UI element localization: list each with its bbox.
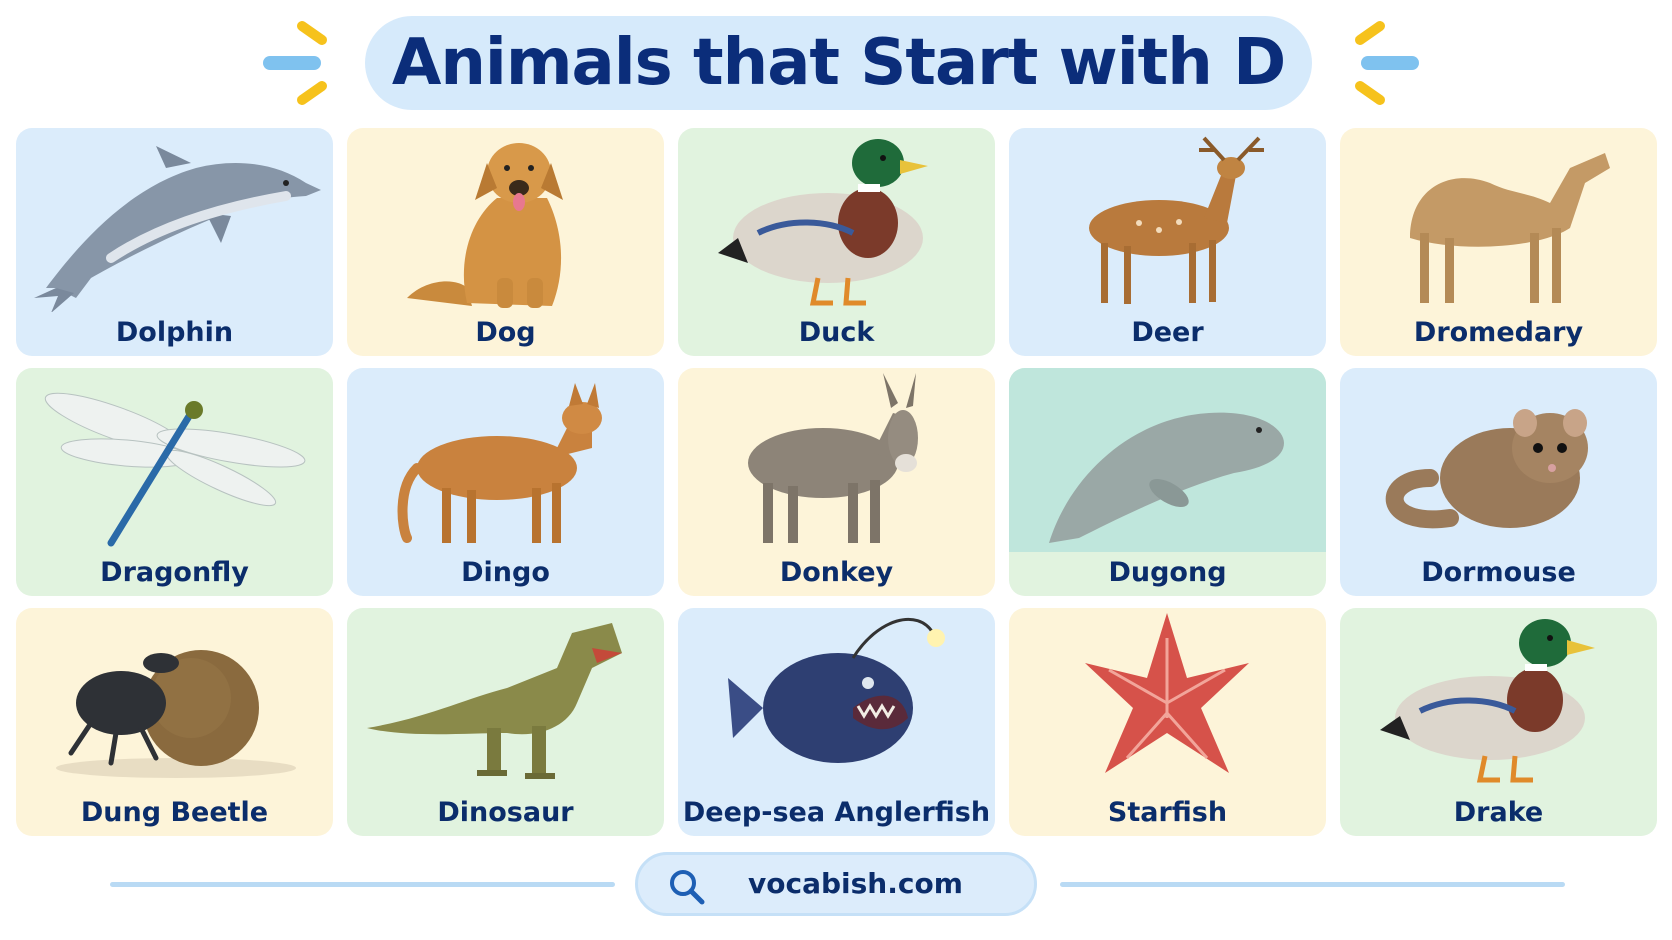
card-label: Dugong bbox=[1108, 557, 1227, 588]
card-label: Deep-sea Anglerfish bbox=[682, 797, 991, 828]
card-dingo: Dingo bbox=[347, 368, 664, 596]
card-dog: Dog bbox=[347, 128, 664, 356]
card-label: Drake bbox=[1453, 797, 1544, 828]
dugong-image bbox=[1009, 368, 1326, 552]
header: Animals that Start with D bbox=[0, 0, 1672, 120]
card-anglerfish: Deep-sea Anglerfish bbox=[678, 608, 995, 836]
card-label: Dingo bbox=[461, 557, 550, 588]
dormouse-image bbox=[1385, 409, 1588, 529]
site-url: vocabish.com bbox=[748, 867, 963, 900]
card-duck: Duck bbox=[678, 128, 995, 356]
page-title: Animals that Start with D bbox=[391, 26, 1286, 100]
card-deer: Deer bbox=[1009, 128, 1326, 356]
card-label: Dormouse bbox=[1421, 557, 1576, 588]
sparkle-right-icon bbox=[1355, 21, 1419, 105]
card-dromedary: Dromedary bbox=[1340, 128, 1657, 356]
card-starfish: Starfish bbox=[1009, 608, 1326, 836]
dragonfly-image bbox=[44, 392, 306, 547]
card-label: Dinosaur bbox=[437, 797, 574, 828]
card-drake: Drake bbox=[1340, 608, 1657, 836]
card-label: Dragonfly bbox=[100, 557, 249, 588]
footer-divider-right bbox=[1060, 882, 1565, 887]
dung-beetle-image bbox=[56, 650, 296, 778]
dinosaur-image bbox=[367, 623, 622, 779]
card-dolphin: Dolphin bbox=[16, 128, 333, 356]
card-dormouse: Dormouse bbox=[1340, 368, 1657, 596]
title-banner: Animals that Start with D bbox=[365, 16, 1312, 110]
dingo-image bbox=[397, 383, 602, 543]
card-label: Starfish bbox=[1107, 797, 1228, 828]
card-dung-beetle: Dung Beetle bbox=[16, 608, 333, 836]
dolphin-image bbox=[34, 146, 321, 312]
card-label: Dromedary bbox=[1413, 317, 1584, 348]
footer-divider-left bbox=[110, 882, 615, 887]
dog-image bbox=[407, 143, 563, 308]
card-label: Dung Beetle bbox=[80, 797, 269, 828]
search-icon bbox=[670, 870, 705, 905]
drake-image bbox=[1380, 619, 1595, 783]
animal-grid: Dolphin Dog Duck Deer Dromedary Dragonfl… bbox=[16, 128, 1658, 836]
card-dugong: Dugong bbox=[1009, 368, 1326, 596]
card-donkey: Donkey bbox=[678, 368, 995, 596]
donkey-image bbox=[748, 373, 918, 543]
starfish-image bbox=[1085, 613, 1249, 773]
card-label: Deer bbox=[1131, 317, 1204, 348]
deer-image bbox=[1089, 136, 1264, 304]
card-label: Dolphin bbox=[115, 317, 234, 348]
footer: vocabish.com bbox=[0, 850, 1672, 920]
site-link[interactable]: vocabish.com bbox=[635, 852, 1037, 916]
card-label: Dog bbox=[475, 317, 536, 348]
card-dinosaur: Dinosaur bbox=[347, 608, 664, 836]
anglerfish-image bbox=[728, 617, 945, 763]
sparkle-left-icon bbox=[263, 21, 327, 105]
duck-image bbox=[718, 139, 928, 306]
dromedary-image bbox=[1410, 153, 1610, 303]
card-dragonfly: Dragonfly bbox=[16, 368, 333, 596]
card-label: Duck bbox=[798, 317, 875, 348]
card-label: Donkey bbox=[779, 557, 894, 588]
